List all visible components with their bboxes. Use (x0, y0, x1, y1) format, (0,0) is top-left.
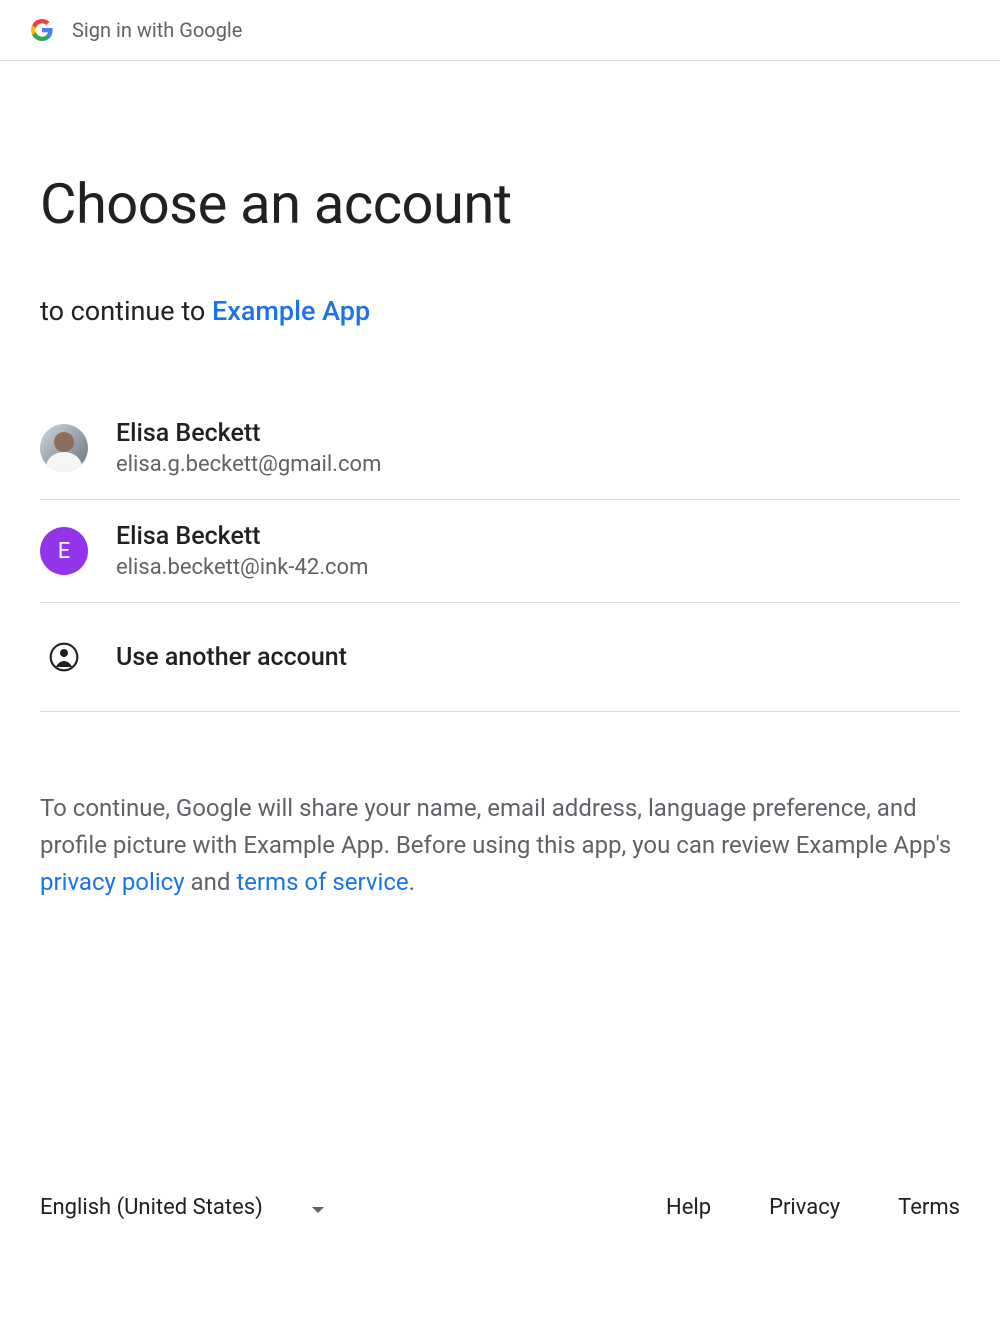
privacy-policy-link[interactable]: privacy policy (40, 868, 185, 896)
another-account-label: Use another account (116, 643, 347, 672)
accounts-list: Elisa Beckett elisa.g.beckett@gmail.com … (40, 419, 960, 712)
account-info: Elisa Beckett elisa.g.beckett@gmail.com (116, 419, 381, 477)
privacy-link[interactable]: Privacy (769, 1195, 840, 1220)
main-content: Choose an account to continue to Example… (0, 171, 1000, 902)
dropdown-icon (311, 1195, 325, 1220)
account-name: Elisa Beckett (116, 522, 368, 551)
footer-links: Help Privacy Terms (666, 1195, 960, 1220)
avatar-photo (40, 424, 88, 472)
subtitle-prefix: to continue to (40, 295, 212, 327)
terms-link[interactable]: Terms (898, 1195, 960, 1220)
header-title: Sign in with Google (72, 18, 242, 42)
account-item-2[interactable]: E Elisa Beckett elisa.beckett@ink-42.com (40, 500, 960, 603)
use-another-account[interactable]: Use another account (40, 603, 960, 712)
disclosure-text: To continue, Google will share your name… (40, 790, 960, 902)
footer: English (United States) Help Privacy Ter… (0, 1195, 1000, 1220)
page-title: Choose an account (40, 171, 960, 237)
terms-of-service-link[interactable]: terms of service (236, 868, 408, 896)
avatar-letter: E (40, 527, 88, 575)
account-name: Elisa Beckett (116, 419, 381, 448)
account-email: elisa.g.beckett@gmail.com (116, 452, 381, 477)
disclosure-part-1: To continue, Google will share your name… (40, 794, 951, 859)
header: Sign in with Google (0, 0, 1000, 61)
disclosure-part-3: . (409, 868, 415, 896)
account-info: Elisa Beckett elisa.beckett@ink-42.com (116, 522, 368, 580)
subtitle: to continue to Example App (40, 295, 960, 327)
account-item-1[interactable]: Elisa Beckett elisa.g.beckett@gmail.com (40, 419, 960, 500)
language-select[interactable]: English (United States) (40, 1195, 325, 1220)
google-logo-icon (30, 18, 54, 42)
app-name-link[interactable]: Example App (212, 295, 370, 327)
person-icon (40, 633, 88, 681)
language-label: English (United States) (40, 1195, 263, 1220)
disclosure-part-2: and (185, 868, 237, 896)
account-email: elisa.beckett@ink-42.com (116, 555, 368, 580)
help-link[interactable]: Help (666, 1195, 711, 1220)
